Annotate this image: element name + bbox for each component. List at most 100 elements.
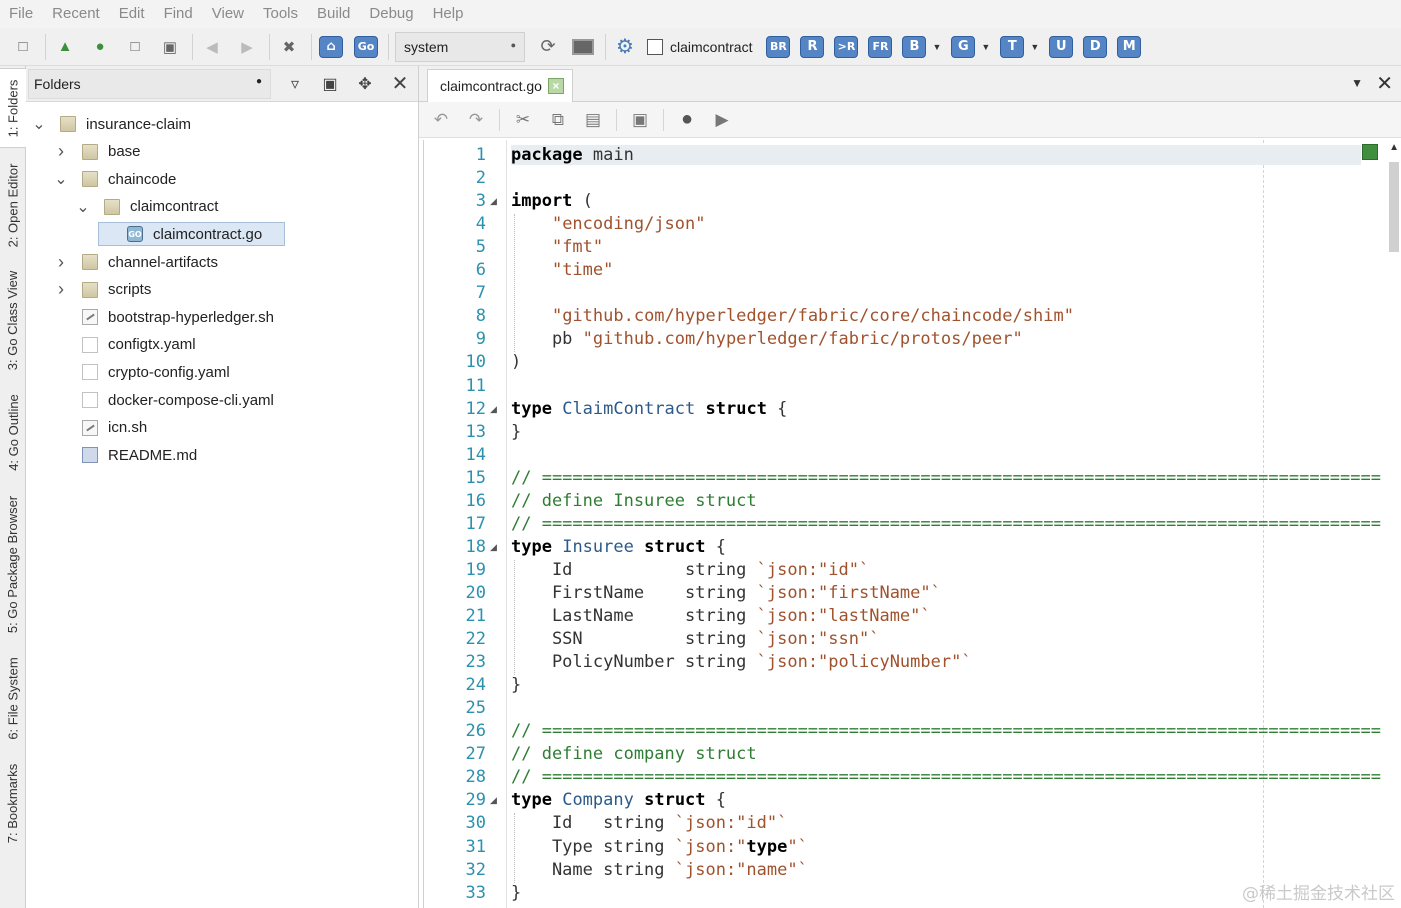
build-rebuild-button[interactable]: BR (766, 35, 791, 58)
new-file-icon[interactable]: □ (10, 34, 36, 60)
line-number: 33 (465, 882, 486, 903)
tree-item[interactable]: ⌄ claimcontract (76, 195, 218, 219)
run-button[interactable]: R (800, 35, 825, 58)
tree-item[interactable]: crypto-config.yaml (54, 360, 230, 384)
save-all-icon[interactable]: ▣ (157, 34, 183, 60)
file-run-button[interactable]: FR (868, 35, 893, 58)
chevron-right-icon[interactable]: › (54, 141, 68, 162)
paste-icon[interactable]: ▤ (581, 108, 605, 132)
build-dropdown-icon[interactable]: ▼ (932, 42, 941, 52)
tree-item[interactable]: docker-compose-cli.yaml (54, 388, 274, 412)
tree-item[interactable]: › base (54, 140, 141, 164)
folders-view-selector[interactable]: Folders ● (28, 68, 271, 99)
tree-item[interactable]: › channel-artifacts (54, 250, 218, 274)
side-tab-1[interactable]: 1: Folders (0, 68, 26, 148)
menu-item-build[interactable]: Build (307, 1, 359, 27)
folder-icon (60, 116, 76, 132)
scroll-up-icon[interactable]: ▲ (1389, 142, 1399, 153)
sync-editor-icon[interactable]: ✥ (354, 73, 376, 95)
side-tab-7[interactable]: 7: Bookmarks (0, 754, 26, 852)
record-icon[interactable]: ● (675, 108, 699, 132)
tree-item-label: claimcontract.go (153, 225, 263, 243)
lock-icon[interactable]: ▣ (628, 108, 652, 132)
filter-icon[interactable]: ▿ (284, 73, 306, 95)
close-editor-icon[interactable]: ✕ (1376, 71, 1393, 96)
line-number: 10 (465, 352, 486, 373)
run-args-button[interactable]: >R (834, 35, 859, 58)
test-dropdown-icon[interactable]: ▼ (1030, 42, 1039, 52)
refresh-icon[interactable]: ⟳ (535, 34, 561, 60)
menu-item-file[interactable]: File (0, 1, 42, 27)
build-button[interactable]: B ▼ (902, 35, 941, 58)
go-env-button[interactable]: Go (353, 34, 379, 60)
tab-list-dropdown-icon[interactable]: ▼ (1351, 76, 1363, 90)
tree-item[interactable]: bootstrap-hyperledger.sh (54, 305, 274, 329)
fold-marker-icon[interactable]: ◢ (490, 542, 497, 553)
code-line: // =====================================… (511, 467, 1381, 488)
scroll-thumb[interactable] (1389, 162, 1399, 252)
fold-marker-icon[interactable]: ◢ (490, 795, 497, 806)
side-tab-6[interactable]: 6: File System (0, 649, 26, 747)
chevron-down-icon[interactable]: ⌄ (32, 114, 46, 134)
chevron-down-icon[interactable]: ⌄ (76, 197, 90, 217)
redo-icon[interactable]: ↷ (464, 108, 488, 132)
menu-item-tools[interactable]: Tools (253, 1, 307, 27)
menu-item-recent[interactable]: Recent (42, 1, 109, 27)
open-file-icon[interactable]: ▲ (52, 34, 78, 60)
copy-icon[interactable]: ⧉ (546, 108, 570, 132)
tools-icon[interactable]: ✖ (276, 34, 302, 60)
cut-icon[interactable]: ✂ (511, 108, 535, 132)
side-tab-5[interactable]: 5: Go Package Browser (0, 486, 26, 642)
update-button[interactable]: U (1049, 35, 1074, 58)
line-number: 2 (475, 168, 486, 189)
menu-item-help[interactable]: Help (423, 1, 473, 27)
debug-button[interactable]: D (1083, 35, 1108, 58)
line-number: 22 (465, 629, 486, 650)
menu-item-find[interactable]: Find (154, 1, 202, 27)
side-tab-4[interactable]: 4: Go Outline (0, 384, 26, 480)
tree-item[interactable]: icn.sh (54, 416, 147, 440)
side-tab-2[interactable]: 2: Open Editor (0, 154, 26, 256)
checkbox-box[interactable] (647, 38, 663, 55)
chevron-right-icon[interactable]: › (54, 279, 68, 300)
undo-icon[interactable]: ↶ (429, 108, 453, 132)
tab-claimcontract-go[interactable]: claimcontract.go × (427, 69, 573, 102)
close-panel-icon[interactable]: ✕ (389, 73, 411, 95)
settings-gear-icon[interactable]: ⚙ (612, 34, 638, 60)
line-number: 20 (465, 582, 486, 603)
tab-label: claimcontract.go (440, 78, 542, 94)
save-icon[interactable]: □ (122, 34, 148, 60)
claimcontract-checkbox[interactable]: claimcontract (647, 38, 752, 55)
menu-item-edit[interactable]: Edit (109, 1, 154, 27)
tree-item[interactable]: ⌄ chaincode (54, 167, 176, 191)
get-dropdown-icon[interactable]: ▼ (981, 42, 990, 52)
get-button[interactable]: G ▼ (951, 35, 990, 58)
menu-item-debug[interactable]: Debug (359, 1, 422, 27)
code-editor[interactable]: 1 2 3 ◢ 4 5 6 7 8 9 10 11 12 ◢ 13 14 15 16 17 18 ◢ 19 20 21 22 23… (423, 140, 1401, 908)
forward-icon[interactable]: ▶ (234, 34, 260, 60)
side-tab-3[interactable]: 3: Go Class View (0, 262, 26, 378)
tree-item[interactable]: › scripts (54, 278, 151, 302)
back-icon[interactable]: ◀ (199, 34, 225, 60)
tree-item[interactable]: README.md (54, 443, 197, 467)
fold-marker-icon[interactable]: ◢ (490, 196, 497, 207)
test-button[interactable]: T ▼ (1000, 35, 1039, 58)
new-window-icon[interactable]: ▣ (319, 73, 341, 95)
tree-item[interactable]: configtx.yaml (54, 333, 196, 357)
close-tab-icon[interactable]: × (547, 78, 564, 94)
home-icon[interactable]: ⌂ (318, 34, 344, 60)
tree-item[interactable]: ⌄ insurance-claim (32, 112, 191, 136)
fold-marker-icon[interactable]: ◢ (490, 404, 497, 415)
line-number: 3 (475, 191, 486, 212)
terminal-icon[interactable] (570, 34, 596, 60)
make-button[interactable]: M (1117, 35, 1142, 58)
open-project-icon[interactable]: ● (87, 34, 113, 60)
line-number: 11 (465, 375, 486, 396)
system-dropdown[interactable]: system ● (395, 31, 525, 62)
chevron-right-icon[interactable]: › (54, 252, 68, 273)
tree-item-label: docker-compose-cli.yaml (108, 391, 274, 409)
chevron-down-icon[interactable]: ⌄ (54, 169, 68, 189)
tree-item[interactable]: GO claimcontract.go (98, 222, 286, 247)
play-macro-icon[interactable]: ▶ (710, 108, 734, 132)
menu-item-view[interactable]: View (202, 1, 253, 27)
